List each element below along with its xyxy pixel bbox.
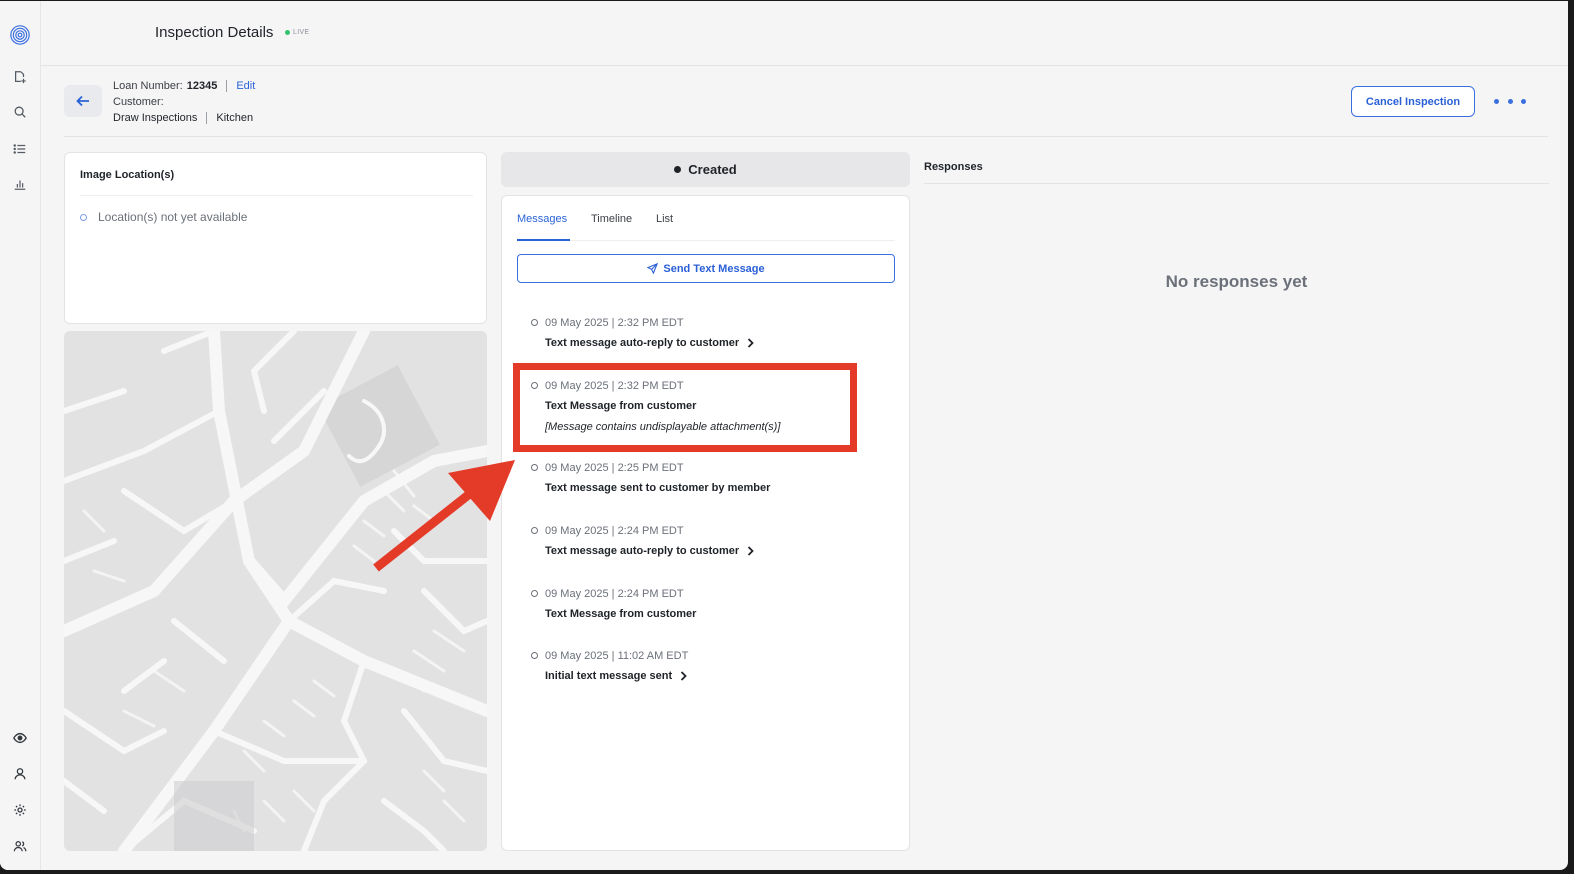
send-icon	[647, 263, 659, 274]
more-options-button[interactable]	[1494, 95, 1526, 107]
live-label: LIVE	[293, 29, 310, 36]
gear-icon[interactable]	[10, 800, 30, 820]
active-tab-indicator	[517, 239, 570, 241]
tab-list[interactable]: List	[656, 213, 673, 225]
new-inspection-icon[interactable]	[10, 67, 30, 87]
status-label: Created	[688, 162, 737, 177]
message-time: 09 May 2025 | 2:24 PM EDT	[545, 525, 684, 537]
message-time: 09 May 2025 | 2:32 PM EDT	[545, 380, 684, 392]
message-title[interactable]: Text message auto-reply to customer	[545, 545, 754, 557]
message-time: 09 May 2025 | 11:02 AM EDT	[545, 650, 689, 662]
no-responses-text: No responses yet	[1165, 272, 1308, 291]
tab-bar: Messages Timeline List	[517, 196, 895, 241]
user-icon[interactable]	[10, 764, 30, 784]
message-title[interactable]: Initial text message sent	[545, 670, 687, 682]
message-title[interactable]: Text message auto-reply to customer	[545, 337, 754, 349]
loan-number-value: 12345	[186, 80, 218, 92]
image-location-title: Image Location(s)	[80, 169, 175, 181]
timeline-bullet-icon	[531, 527, 538, 534]
dot-icon	[1494, 98, 1499, 104]
message-title: Text Message from customer	[545, 400, 696, 412]
image-location-card: Image Location(s) Location(s) not yet av…	[64, 152, 487, 324]
inspection-category: Draw Inspections	[113, 112, 198, 124]
status-dot	[674, 166, 682, 173]
message-title-text: Text message sent to customer by member	[545, 482, 771, 494]
location-empty-item: Location(s) not yet available	[80, 210, 247, 224]
message-note: [Message contains undisplayable attachme…	[545, 421, 781, 433]
message-title: Text message sent to customer by member	[545, 482, 770, 494]
status-bar: Created	[501, 152, 910, 187]
messages-panel: Messages Timeline List Send Text Message…	[501, 195, 910, 851]
app-window: Inspection Details LIVE Loan Number: 123…	[0, 1, 1568, 870]
chevron-right-icon	[681, 671, 687, 681]
message-time: 09 May 2025 | 2:32 PM EDT	[545, 317, 684, 329]
map-view[interactable]	[64, 331, 487, 851]
timeline-bullet-icon	[531, 319, 538, 326]
live-badge: LIVE	[285, 29, 309, 36]
list-icon[interactable]	[10, 139, 30, 159]
message-title-text: Text message auto-reply to customer	[545, 337, 740, 349]
message-title: Text Message from customer	[545, 608, 696, 620]
search-icon[interactable]	[10, 102, 30, 122]
dot-icon	[1507, 98, 1513, 104]
eye-icon[interactable]	[10, 728, 30, 748]
team-icon[interactable]	[10, 836, 30, 856]
separator	[226, 80, 228, 92]
chevron-right-icon	[748, 338, 754, 348]
edit-link[interactable]: Edit	[236, 78, 255, 94]
tab-timeline[interactable]: Timeline	[591, 213, 632, 225]
message-title-text: Text Message from customer	[545, 608, 697, 620]
message-title-text: Text message auto-reply to customer	[545, 545, 740, 557]
message-title-text: Text Message from customer	[545, 400, 697, 412]
tab-messages[interactable]: Messages	[517, 213, 567, 225]
inspection-info: Loan Number: 12345 Edit Customer: Draw I…	[113, 78, 255, 126]
message-time: 09 May 2025 | 2:25 PM EDT	[545, 462, 684, 474]
inspection-area: Kitchen	[216, 112, 254, 124]
dot-icon	[1521, 98, 1526, 104]
timeline-bullet-icon	[531, 652, 538, 659]
chevron-right-icon	[748, 546, 754, 556]
responses-title: Responses	[924, 161, 983, 173]
customer-label: Customer:	[113, 96, 164, 108]
send-text-message-button[interactable]: Send Text Message	[517, 254, 895, 283]
analytics-icon[interactable]	[10, 174, 30, 194]
timeline-bullet-icon	[531, 382, 538, 389]
arrow-left-icon	[76, 95, 89, 107]
back-button[interactable]	[64, 85, 102, 117]
location-empty-text: Location(s) not yet available	[98, 210, 248, 224]
responses-divider	[924, 183, 1549, 184]
cancel-inspection-button[interactable]: Cancel Inspection	[1351, 86, 1475, 117]
header-divider	[64, 136, 1548, 137]
live-status-dot	[285, 30, 290, 35]
card-divider	[80, 195, 473, 196]
send-button-label: Send Text Message	[663, 262, 765, 275]
message-time: 09 May 2025 | 2:24 PM EDT	[545, 588, 684, 600]
map-roads	[64, 331, 487, 851]
timeline-bullet-icon	[531, 464, 538, 471]
separator	[206, 112, 208, 124]
message-title-text: Initial text message sent	[545, 670, 673, 682]
timeline-bullet-icon	[531, 590, 538, 597]
bullet-icon	[80, 213, 87, 221]
page-title: Inspection Details	[155, 24, 274, 41]
logo-icon[interactable]	[8, 23, 32, 47]
loan-number-label: Loan Number:	[113, 80, 183, 92]
sidebar	[0, 1, 41, 870]
top-bar: Inspection Details LIVE	[41, 1, 1568, 66]
